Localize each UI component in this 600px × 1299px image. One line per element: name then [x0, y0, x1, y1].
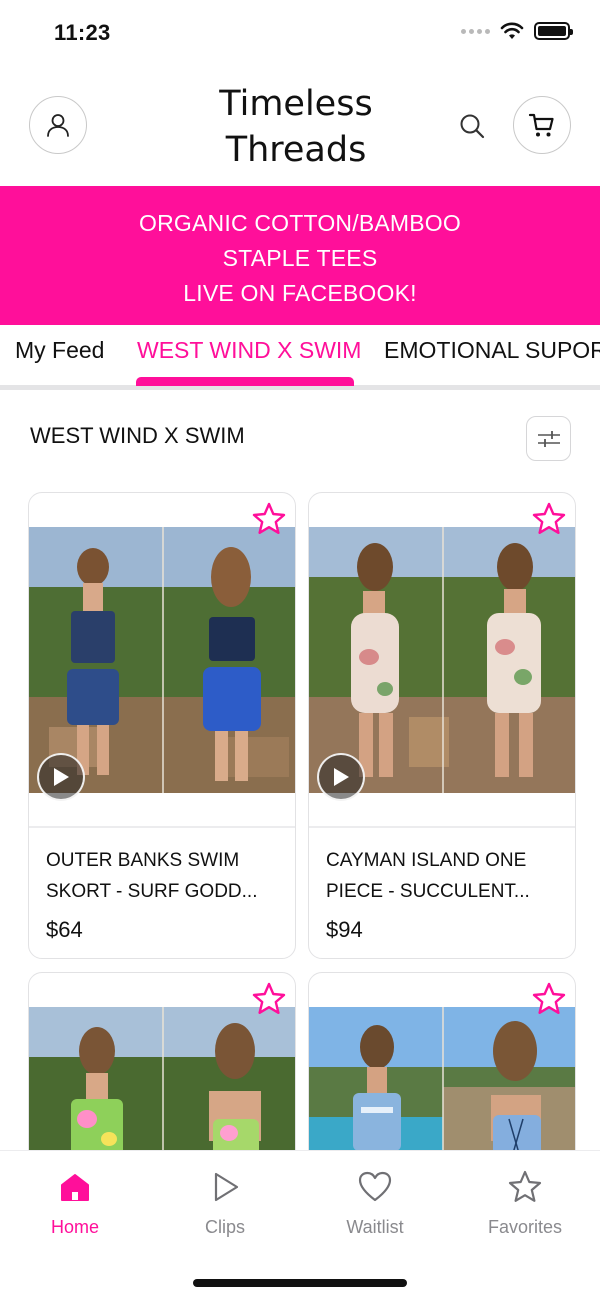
brand-line-1: Timeless [219, 84, 373, 124]
card-divider [309, 826, 575, 828]
promo-line-3: LIVE ON FACEBOOK! [183, 280, 417, 306]
nav-home-label: Home [50, 1217, 99, 1237]
user-icon [47, 114, 69, 137]
sliders-icon [537, 430, 560, 447]
product-photo[interactable] [309, 1007, 575, 1171]
nav-favorites-label: Favorites [487, 1217, 563, 1237]
battery-icon [534, 22, 573, 40]
tab-my-feed[interactable]: My Feed [15, 337, 104, 364]
favorite-star-icon[interactable] [531, 501, 567, 537]
product-card[interactable] [28, 972, 296, 1172]
nav-home[interactable]: Home [15, 1169, 135, 1238]
play-video-button[interactable] [37, 753, 85, 801]
home-indicator[interactable] [193, 1279, 407, 1287]
product-photo[interactable] [29, 527, 295, 793]
promo-line-2: STAPLE TEES [222, 245, 378, 271]
active-tab-indicator [136, 377, 354, 386]
play-video-button[interactable] [317, 753, 365, 801]
product-photo[interactable] [309, 527, 575, 793]
promo-banner[interactable]: ORGANIC COTTON/BAMBOO STAPLE TEES LIVE O… [0, 186, 600, 325]
favorite-star-icon[interactable] [251, 501, 287, 537]
wifi-icon [500, 22, 524, 39]
app-header: Timeless Threads [0, 66, 600, 186]
product-photo[interactable] [29, 1007, 295, 1171]
home-icon [61, 1174, 89, 1201]
store-brand: Timeless Threads [190, 81, 402, 173]
product-price: $64 [46, 917, 83, 942]
play-icon [214, 1172, 239, 1202]
favorite-star-icon[interactable] [531, 981, 567, 1017]
brand-line-2: Threads [225, 130, 367, 170]
promo-line-1: ORGANIC COTTON/BAMBOO [139, 210, 461, 236]
section-title: WEST WIND X SWIM [30, 423, 245, 448]
nav-clips[interactable]: Clips [165, 1169, 285, 1238]
product-card[interactable]: OUTER BANKS SWIM SKORT - SURF GODD... $6… [28, 492, 296, 959]
tab-emotional-support[interactable]: EMOTIONAL SUPORT [384, 337, 600, 364]
product-name[interactable]: OUTER BANKS SWIM SKORT - SURF GODD... [46, 845, 282, 907]
signal-icon [461, 28, 490, 34]
heart-icon [358, 1171, 392, 1202]
filter-button[interactable] [526, 416, 571, 461]
tab-west-wind-x-swim[interactable]: WEST WIND X SWIM [137, 337, 361, 364]
product-name[interactable]: CAYMAN ISLAND ONE PIECE - SUCCULENT... [326, 845, 562, 907]
search-button[interactable] [454, 108, 490, 144]
nav-favorites[interactable]: Favorites [465, 1169, 585, 1238]
cart-button[interactable] [513, 96, 571, 154]
favorite-star-icon[interactable] [251, 981, 287, 1017]
play-icon [54, 768, 69, 786]
product-price: $94 [326, 917, 363, 942]
card-divider [29, 826, 295, 828]
cart-icon [528, 113, 554, 137]
product-card[interactable] [308, 972, 576, 1172]
nav-waitlist[interactable]: Waitlist [315, 1169, 435, 1238]
status-indicators [461, 22, 573, 40]
status-time: 11:23 [54, 20, 111, 45]
bottom-nav: Home Clips Waitlist Favorites [0, 1150, 600, 1299]
profile-button[interactable] [29, 96, 87, 154]
nav-clips-label: Clips [204, 1217, 245, 1237]
status-bar: 11:23 [0, 0, 600, 66]
nav-waitlist-label: Waitlist [346, 1217, 404, 1237]
play-icon [334, 768, 349, 786]
search-icon [460, 114, 485, 139]
star-icon [508, 1170, 542, 1202]
product-card[interactable]: CAYMAN ISLAND ONE PIECE - SUCCULENT... $… [308, 492, 576, 959]
